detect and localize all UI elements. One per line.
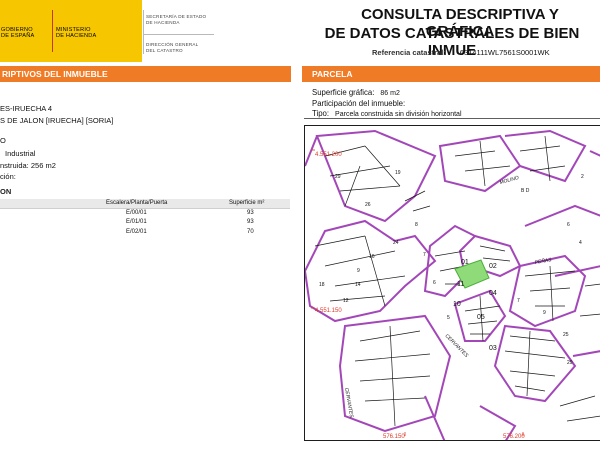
map-small-label: 19 bbox=[395, 170, 401, 176]
parcel-label-04: 04 bbox=[489, 290, 497, 297]
tipo-row: Tipo: Parcela construida sin división hor… bbox=[312, 109, 462, 118]
parcel-label-03: 03 bbox=[489, 345, 497, 352]
construida-row: nstruida: 256 m2 bbox=[0, 161, 56, 170]
sup-label: Superficie gráfica: bbox=[312, 88, 375, 97]
street-label-cervantes-2: CERVANTES bbox=[444, 333, 470, 359]
map-small-label: 4 bbox=[579, 240, 582, 246]
map-small-label: 6 bbox=[433, 280, 436, 286]
map-small-label: 14 bbox=[355, 282, 361, 288]
map-small-label: 26 bbox=[365, 202, 371, 208]
coord-y-top: 4.551.200 bbox=[315, 152, 342, 158]
map-small-label: 7 bbox=[517, 298, 520, 304]
ref-value: 6314111WL7561S0001WK bbox=[459, 48, 550, 57]
street-label-penas: PEÑAS bbox=[534, 256, 553, 266]
parcel-info-rule bbox=[304, 118, 600, 119]
parcel-label-01: 01 bbox=[461, 259, 469, 266]
sup-value: 86 m2 bbox=[380, 90, 400, 97]
logo-gobierno-text: GOBIERNO DE ESPAÑA bbox=[1, 27, 35, 40]
cadastral-reference: Referencia catastral: 6314111WL7561S0001W… bbox=[372, 48, 550, 57]
map-small-label: 24 bbox=[393, 240, 399, 246]
logo-divider bbox=[52, 10, 53, 52]
ion-fragment: ción: bbox=[0, 172, 16, 181]
coord-y-mid: 4.551.150 bbox=[315, 308, 342, 314]
tipo-value: Parcela construida sin división horizont… bbox=[335, 111, 462, 118]
org-direccion: DIRECCIÓN GENERAL DEL CATASTRO bbox=[146, 42, 199, 53]
ref-label: Referencia catastral: bbox=[372, 48, 446, 57]
map-small-label: 2 bbox=[581, 174, 584, 180]
street-label-molino: MOLINO bbox=[499, 175, 520, 186]
parcel-label-11: 11 bbox=[457, 281, 464, 288]
participacion-label: Participación del inmueble: bbox=[312, 99, 406, 108]
construida-label: nstruida: bbox=[0, 161, 29, 170]
address-line2: S DE JALON [IRUECHA] [SORIA] bbox=[0, 116, 114, 125]
col-planta: Escalera/Planta/Puerta bbox=[106, 200, 168, 206]
map-small-label: 6 bbox=[567, 222, 570, 228]
address-line1: ES-IRUECHA 4 bbox=[0, 104, 53, 113]
coord-x-right: 576.200 bbox=[503, 434, 525, 440]
parcel-label-02: 02 bbox=[489, 263, 497, 270]
table-header: Escalera/Planta/Puerta Superficie m² bbox=[0, 199, 290, 209]
section-fragment: ON bbox=[0, 187, 12, 196]
map-svg: 4.551.200 4.551.150 576.150 576.200 01 0… bbox=[305, 129, 600, 440]
col-superficie: Superficie m² bbox=[229, 200, 265, 206]
map-small-label: 29 bbox=[567, 360, 573, 366]
map-small-label: 8 bbox=[415, 222, 418, 228]
coord-x-left: 576.150 bbox=[383, 434, 405, 440]
map-small-label: 9 bbox=[543, 310, 546, 316]
map-small-label: 25 bbox=[563, 332, 569, 338]
map-small-label: 12 bbox=[343, 298, 349, 304]
map-small-label: 9 bbox=[357, 268, 360, 274]
uso-value: Industrial bbox=[5, 149, 36, 158]
construida-value: 256 m2 bbox=[30, 161, 56, 170]
section-bar-parcela: PARCELA bbox=[302, 66, 600, 82]
map-small-label: 16 bbox=[369, 254, 375, 260]
map-small-label: 7 bbox=[423, 252, 426, 258]
parcel-label-10: 10 bbox=[453, 301, 461, 308]
map-small-label: 29 bbox=[335, 174, 341, 180]
tipo-label: Tipo: bbox=[312, 109, 330, 118]
org-divider bbox=[143, 10, 144, 54]
government-logo: GOBIERNO DE ESPAÑA MINISTERIO DE HACIEND… bbox=[0, 0, 142, 62]
cadastral-map[interactable]: 4.551.200 4.551.150 576.150 576.200 01 0… bbox=[304, 125, 600, 441]
map-small-label: B D bbox=[521, 188, 530, 194]
org-secretaria: SECRETARÍA DE ESTADO DE HACIENDA bbox=[146, 14, 207, 25]
map-small-label: 5 bbox=[447, 315, 450, 321]
section-bar-inmueble: RIPTIVOS DEL INMUEBLE bbox=[0, 66, 291, 82]
parcel-label-05: 05 bbox=[477, 314, 485, 321]
org-rule bbox=[144, 34, 214, 35]
map-small-label: 18 bbox=[319, 282, 325, 288]
logo-ministerio-text: MINISTERIO DE HACIENDA bbox=[56, 27, 97, 40]
superficie-grafica: Superficie gráfica: 86 m2 bbox=[312, 88, 400, 97]
clase-fragment: O bbox=[0, 136, 6, 145]
